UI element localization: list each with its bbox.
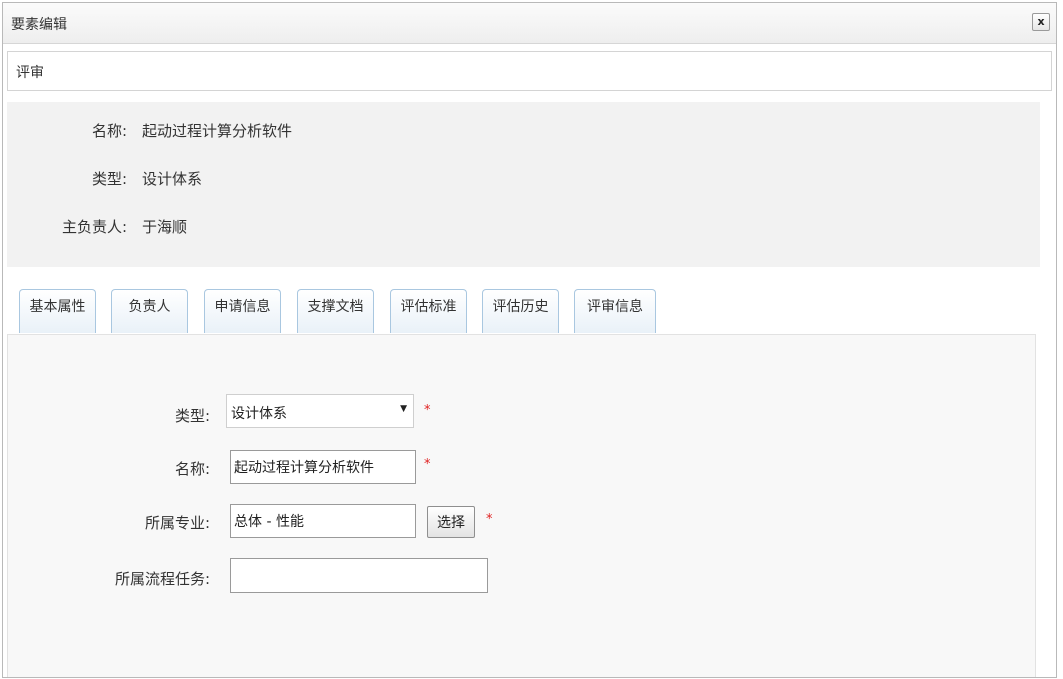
tab-review-info[interactable]: 评审信息 (574, 289, 656, 333)
info-type-value: 设计体系 (142, 170, 203, 188)
tab-evaluation-history[interactable]: 评估历史 (482, 289, 559, 333)
info-name-label: 名称: (91, 122, 127, 140)
specialty-input[interactable] (230, 504, 416, 538)
tab-basic-attributes[interactable]: 基本属性 (19, 289, 96, 333)
name-label: 名称: (174, 460, 210, 478)
required-marker: * (486, 512, 493, 527)
name-input[interactable] (230, 450, 416, 484)
info-owner-row: 主负责人: (7, 216, 127, 236)
section-header: 评审 (7, 51, 1052, 91)
tab-label: 负责人 (128, 299, 171, 315)
required-marker: * (424, 403, 431, 418)
tab-owner[interactable]: 负责人 (111, 289, 188, 333)
info-owner-value: 于海顺 (142, 218, 188, 236)
info-name-value: 起动过程计算分析软件 (142, 122, 293, 140)
section-title: 评审 (16, 65, 44, 81)
dialog-title: 要素编辑 (11, 17, 67, 33)
tab-content-panel: 类型: 设计体系 ▼ * 名称: * 所属专业: 选择 * 所属流程任务: (7, 334, 1036, 677)
info-name-row: 名称: (7, 120, 127, 140)
tab-label: 支撑文档 (307, 299, 364, 315)
specialty-label: 所属专业: (144, 514, 210, 532)
tab-label: 评估标准 (400, 299, 457, 315)
tab-label: 基本属性 (29, 299, 86, 315)
info-panel: 名称: 起动过程计算分析软件 类型: 设计体系 主负责人: 于海顺 (7, 102, 1040, 267)
dialog-titlebar: 要素编辑 x (3, 3, 1056, 44)
tab-label: 申请信息 (214, 299, 271, 315)
tab-evaluation-criteria[interactable]: 评估标准 (390, 289, 467, 333)
tab-label: 评审信息 (587, 299, 643, 315)
flow-task-input[interactable] (230, 558, 488, 593)
info-type-row: 类型: (7, 168, 127, 188)
info-owner-label: 主负责人: (61, 218, 127, 236)
flow-task-label: 所属流程任务: (114, 570, 210, 588)
info-type-label: 类型: (91, 170, 127, 188)
chevron-down-icon: ▼ (400, 404, 407, 414)
tab-support-docs[interactable]: 支撑文档 (297, 289, 374, 333)
tab-application-info[interactable]: 申请信息 (204, 289, 281, 333)
tab-label: 评估历史 (492, 299, 549, 315)
type-selected-value: 设计体系 (231, 406, 287, 422)
required-marker: * (424, 457, 431, 472)
close-icon: x (1037, 15, 1045, 28)
element-edit-dialog: 要素编辑 x 评审 名称: 起动过程计算分析软件 类型: 设计体系 主负责人: … (2, 2, 1057, 678)
choose-button[interactable]: 选择 (427, 506, 475, 538)
type-select[interactable]: 设计体系 ▼ (226, 394, 414, 428)
close-button[interactable]: x (1032, 13, 1050, 31)
type-label: 类型: (174, 407, 210, 425)
